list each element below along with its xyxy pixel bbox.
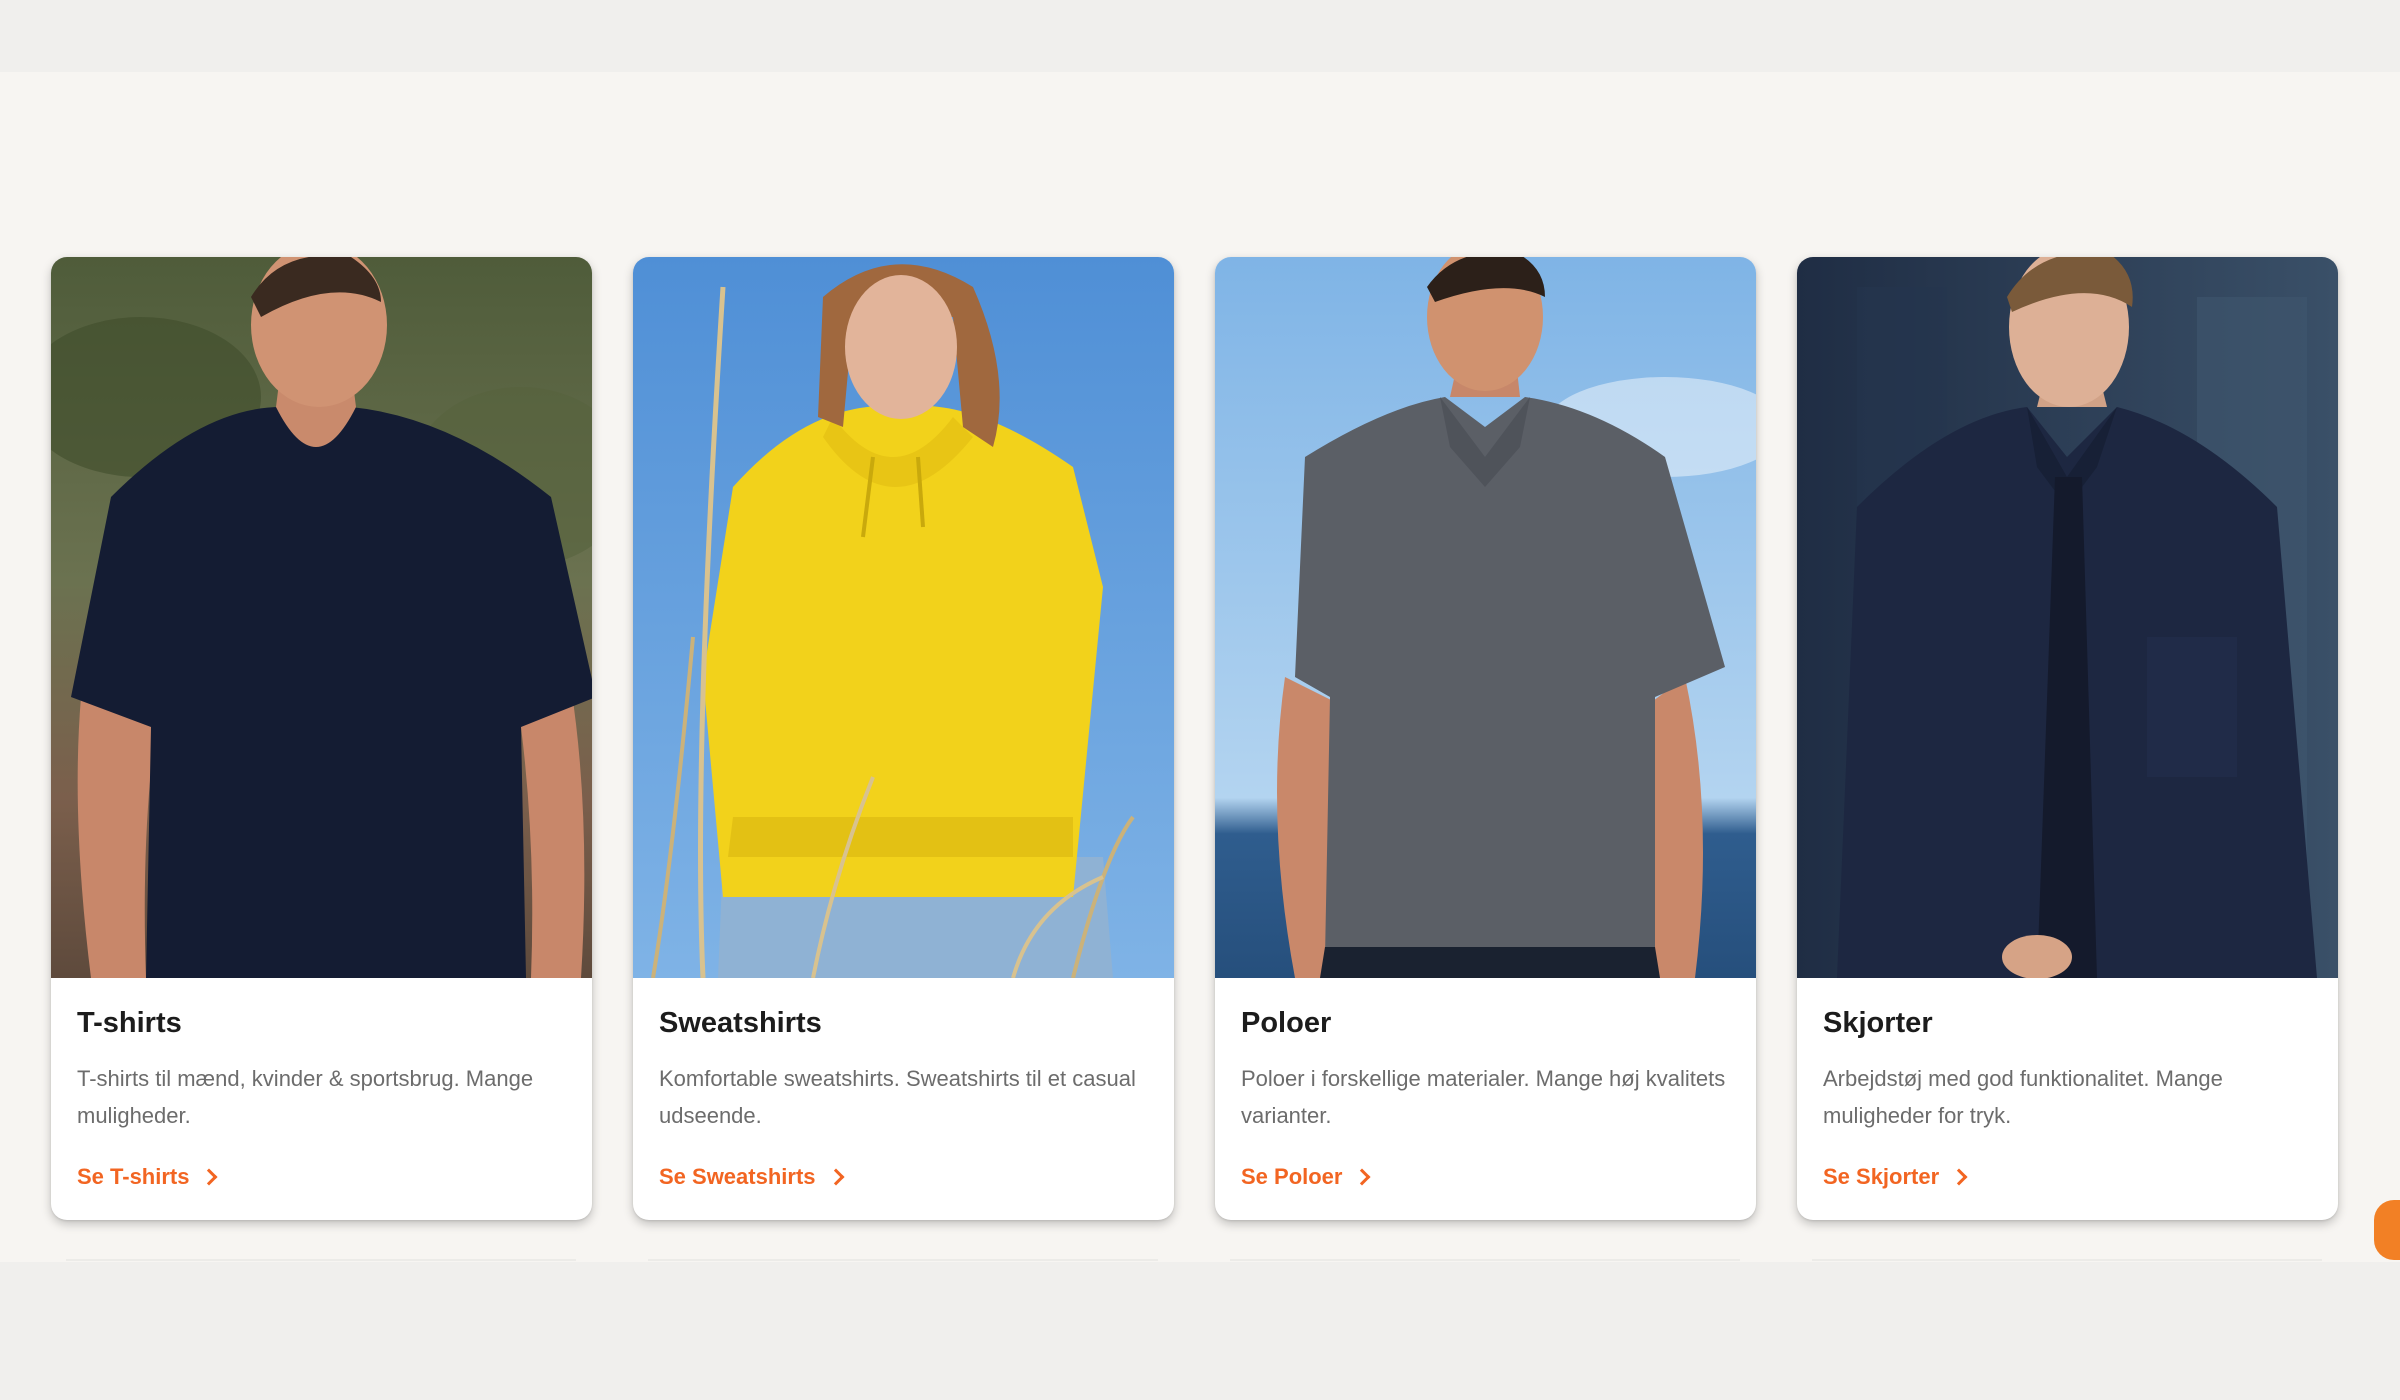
link-label: Se Sweatshirts — [659, 1164, 816, 1189]
category-card-poloer[interactable]: Poloer Poloer i forskellige materialer. … — [1215, 257, 1756, 1220]
card-description: Komfortable sweatshirts. Sweatshirts til… — [659, 1065, 1136, 1128]
chevron-right-icon — [827, 1168, 845, 1186]
see-skjorter-link[interactable]: Se Skjorter — [1823, 1164, 1968, 1190]
divider — [1812, 1259, 2322, 1261]
category-card-sweatshirts[interactable]: Sweatshirts Komfortable sweatshirts. Swe… — [633, 257, 1174, 1220]
link-label: Se Poloer — [1241, 1164, 1343, 1189]
chevron-right-icon — [1950, 1168, 1968, 1186]
see-sweatshirts-link[interactable]: Se Sweatshirts — [659, 1164, 845, 1190]
card-title: Skjorter — [1823, 1007, 1933, 1039]
see-tshirts-link[interactable]: Se T-shirts — [77, 1164, 218, 1190]
chevron-right-icon — [200, 1168, 218, 1186]
category-card-skjorter[interactable]: Skjorter Arbejdstøj med god funktionalit… — [1797, 257, 2338, 1220]
sweatshirts-photo — [633, 257, 1174, 978]
card-description: Poloer i forskellige materialer. Mange h… — [1241, 1065, 1726, 1128]
tshirts-photo — [51, 257, 592, 978]
poloer-photo — [1215, 257, 1756, 978]
category-cards: T-shirts T-shirts til mænd, kvinder & sp… — [51, 257, 2338, 1220]
card-title: Poloer — [1241, 1007, 1332, 1039]
chat-bubble-icon[interactable] — [2374, 1200, 2400, 1260]
card-description: T-shirts til mænd, kvinder & sportsbrug.… — [77, 1065, 534, 1128]
chevron-right-icon — [1353, 1168, 1371, 1186]
divider — [66, 1259, 576, 1261]
link-label: Se Skjorter — [1823, 1164, 1940, 1189]
card-title: Sweatshirts — [659, 1007, 822, 1039]
link-label: Se T-shirts — [77, 1164, 190, 1189]
skjorter-photo — [1797, 257, 2338, 978]
divider — [1230, 1259, 1740, 1261]
see-poloer-link[interactable]: Se Poloer — [1241, 1164, 1371, 1190]
card-title: T-shirts — [77, 1007, 182, 1039]
divider — [648, 1259, 1158, 1261]
card-description: Arbejdstøj med god funktionalitet. Mange… — [1823, 1065, 2223, 1128]
category-card-tshirts[interactable]: T-shirts T-shirts til mænd, kvinder & sp… — [51, 257, 592, 1220]
